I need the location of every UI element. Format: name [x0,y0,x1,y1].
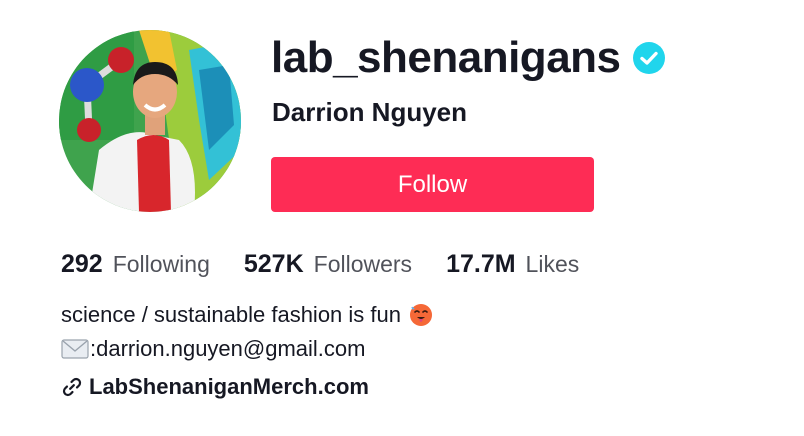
following-count: 292 [61,250,103,278]
stat-likes: 17.7M Likes [446,250,579,279]
display-name: Darrion Nguyen [272,97,468,127]
stat-followers[interactable]: 527K Followers [244,250,412,279]
bio-line-2: : darrion.nguyen@gmail.com [61,336,365,362]
verified-badge-icon [632,42,665,74]
bio-email: darrion.nguyen@gmail.com [96,336,366,361]
bio-text: science / sustainable fashion is fun [61,302,401,327]
username-row: lab_shenanigans [271,28,665,88]
likes-count: 17.7M [446,250,516,278]
profile-link[interactable]: LabShenaniganMerch.com [89,374,369,400]
likes-label: Likes [525,251,580,277]
bio-line-1: science / sustainable fashion is fun [61,302,433,328]
follow-button[interactable]: Follow [271,157,594,212]
following-label: Following [112,251,210,277]
stat-following[interactable]: 292 Following [61,250,210,279]
envelope-icon [61,339,89,359]
profile-stats: 292 Following 527K Followers 17.7M Likes [61,250,613,279]
avatar-image [59,30,241,212]
profile-link-row[interactable]: LabShenaniganMerch.com [61,374,369,400]
link-icon [62,377,82,397]
followers-count: 527K [243,250,304,278]
username: lab_shenanigans [271,33,621,82]
avatar[interactable] [59,30,241,212]
followers-label: Followers [313,251,413,277]
hot-face-emoji-icon [409,304,432,326]
